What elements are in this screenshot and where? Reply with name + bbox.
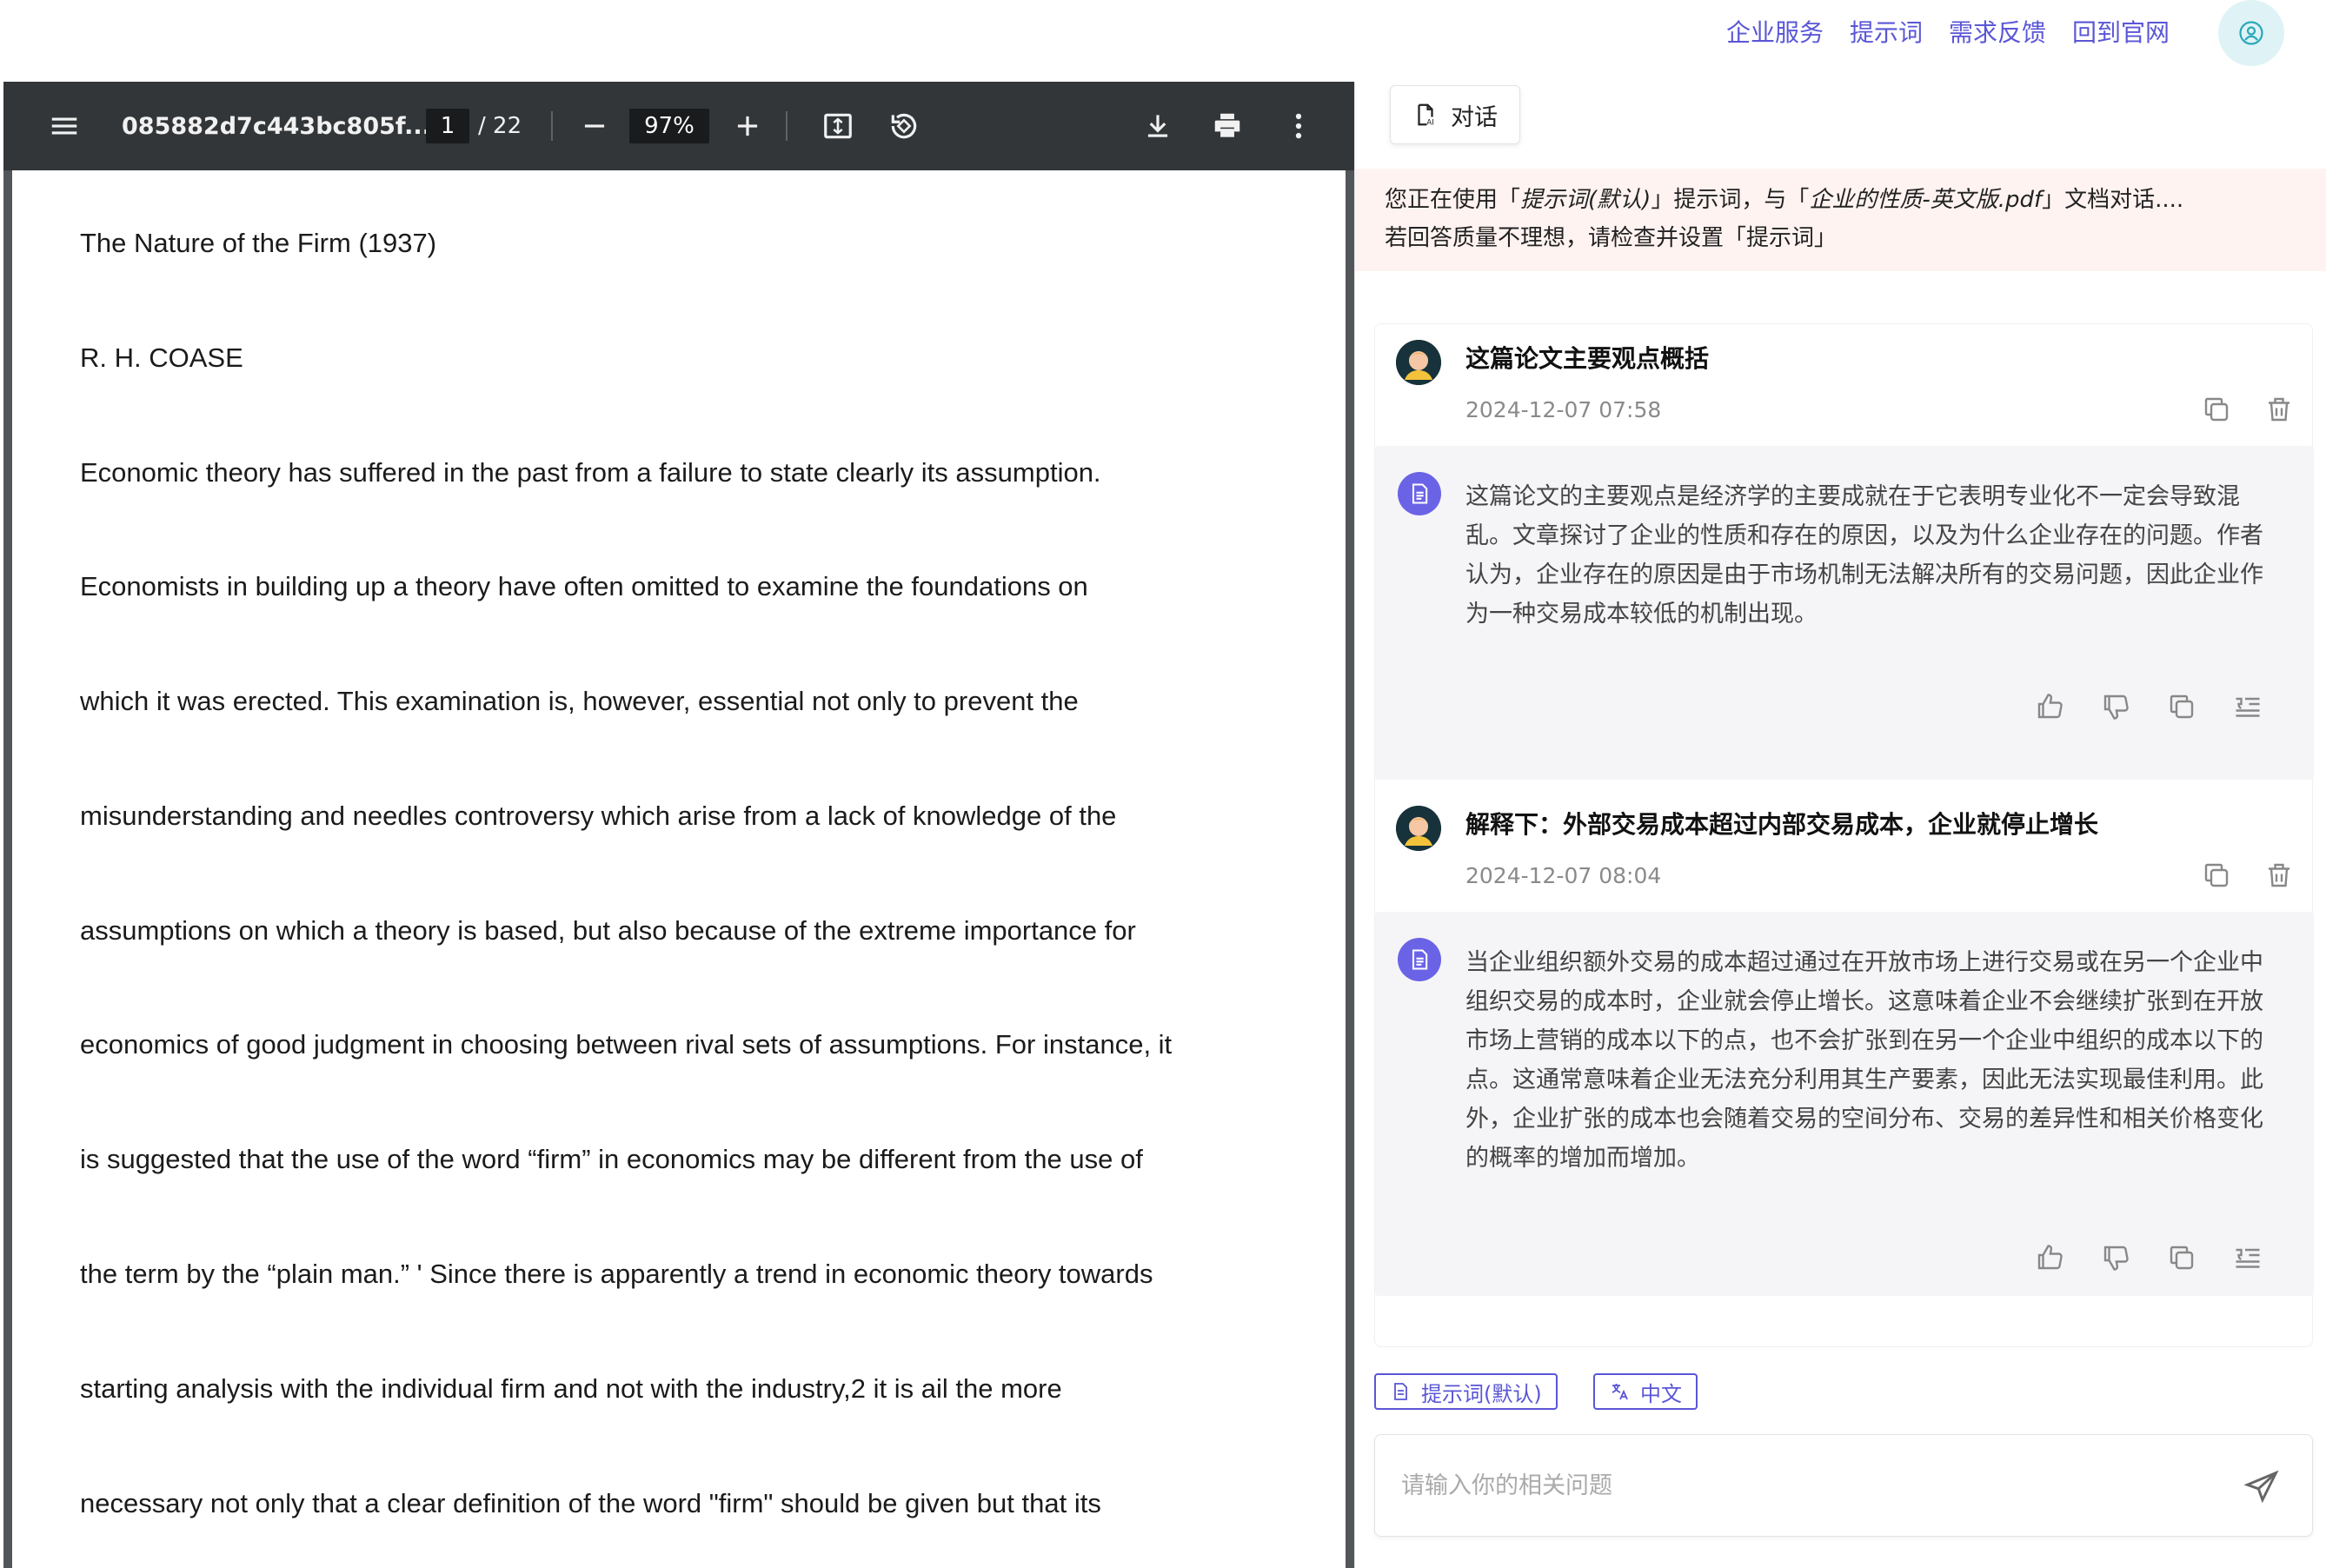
page-total: / 22 <box>478 113 522 139</box>
zoom-level: 97% <box>629 82 709 170</box>
message-timestamp: 2024-12-07 07:58 <box>1465 397 1662 422</box>
more-options-icon[interactable] <box>1281 109 1316 143</box>
print-icon[interactable] <box>1210 109 1245 143</box>
pdf-text-line: necessary not only that a clear definiti… <box>80 1488 1101 1518</box>
pdf-text-line: which it was erected. This examination i… <box>80 686 1079 716</box>
prompt-select-button[interactable]: 提示词(默认) <box>1374 1373 1558 1410</box>
thumbs-up-icon[interactable] <box>2034 691 2065 722</box>
toolbar-divider <box>551 111 553 141</box>
chat-input[interactable] <box>1401 1461 2183 1510</box>
pdf-text-line: economics of good judgment in choosing b… <box>80 1029 1173 1060</box>
user-question: 解释下：外部交易成本超过内部交易成本，企业就停止增长 <box>1465 810 2099 839</box>
thumbs-up-icon[interactable] <box>2034 1242 2065 1273</box>
pdf-toolbar: 085882d7c443bc805f... 1 / 22 97% <box>3 82 1354 170</box>
top-nav: 企业服务 提示词 需求反馈 回到官网 <box>0 0 2326 82</box>
pdf-filename: 085882d7c443bc805f... <box>122 112 431 140</box>
assistant-avatar <box>1398 938 1441 981</box>
download-icon[interactable] <box>1140 109 1175 143</box>
conversation-list: 这篇论文主要观点概括 2024-12-07 07:58 这篇论文的主要观点是经济… <box>1374 323 2314 1347</box>
thumbs-down-icon[interactable] <box>2100 1242 2131 1273</box>
user-message: 这篇论文主要观点概括 2024-12-07 07:58 <box>1375 324 2314 446</box>
send-icon[interactable] <box>2243 1468 2281 1506</box>
pdf-page: The Nature of the Firm (1937) R. H. COAS… <box>12 170 1346 1568</box>
message-timestamp: 2024-12-07 08:04 <box>1465 863 1662 888</box>
top-nav-links: 企业服务 提示词 需求反馈 回到官网 <box>1726 16 2170 50</box>
assistant-answer: 这篇论文的主要观点是经济学的主要成就在于它表明专业化不一定会导致混乱。文章探讨了… <box>1465 483 2263 628</box>
prompt-select-label: 提示词(默认) <box>1421 1381 1542 1406</box>
notice-line-1: 您正在使用「提示词(默认)」提示词，与「企业的性质-英文版.pdf」文档对话..… <box>1385 187 2184 213</box>
document-ai-icon: AI <box>1418 103 1434 127</box>
pdf-text-line: is suggested that the use of the word “f… <box>80 1144 1143 1174</box>
chat-input-box <box>1374 1434 2313 1537</box>
quote-icon[interactable] <box>2232 691 2263 722</box>
page-number-input[interactable]: 1 <box>426 109 469 143</box>
nav-link-prompts[interactable]: 提示词 <box>1850 16 1923 50</box>
pdf-text-line: Economists in building up a theory have … <box>80 571 1088 601</box>
pdf-text-line: The Nature of the Firm (1937) <box>80 228 437 258</box>
tab-chat[interactable]: AI 对话 <box>1390 85 1520 144</box>
language-select-label: 中文 <box>1640 1381 1682 1406</box>
copy-icon[interactable] <box>2166 1242 2197 1273</box>
prompt-notice: 您正在使用「提示词(默认)」提示词，与「企业的性质-英文版.pdf」文档对话..… <box>1355 169 2326 271</box>
user-avatar <box>1396 340 1441 385</box>
assistant-avatar <box>1398 472 1441 515</box>
svg-text:AI: AI <box>1426 118 1434 127</box>
pdf-viewer: 085882d7c443bc805f... 1 / 22 97% The Nat… <box>3 82 1354 1568</box>
notice-line-2: 若回答质量不理想，请检查并设置「提示词」 <box>1385 225 1838 251</box>
zoom-out-icon[interactable] <box>577 109 612 143</box>
pdf-text-line: Economic theory has suffered in the past… <box>80 457 1101 488</box>
rotate-icon[interactable] <box>887 109 921 143</box>
thumbs-down-icon[interactable] <box>2100 691 2131 722</box>
chat-panel: AI 对话 您正在使用「提示词(默认)」提示词，与「企业的性质-英文版.pdf」… <box>1354 82 2326 1568</box>
toolbar-divider <box>786 111 788 141</box>
zoom-in-icon[interactable] <box>730 109 765 143</box>
page-indicator: 1 / 22 <box>426 82 522 170</box>
tab-chat-label: 对话 <box>1451 103 1498 131</box>
delete-icon[interactable] <box>2263 394 2295 425</box>
zoom-input[interactable]: 97% <box>629 109 709 143</box>
quote-icon[interactable] <box>2232 1242 2263 1273</box>
translate-icon <box>1612 1384 1628 1400</box>
delete-icon[interactable] <box>2263 860 2295 891</box>
user-avatar-button[interactable] <box>2218 0 2284 66</box>
pdf-text-line: R. H. COASE <box>80 342 243 373</box>
copy-icon[interactable] <box>2201 860 2232 891</box>
assistant-message: 当企业组织额外交易的成本超过通过在开放市场上进行交易或在另一个企业中组织交易的成… <box>1375 912 2314 1296</box>
fit-page-icon[interactable] <box>821 109 855 143</box>
copy-icon[interactable] <box>2201 394 2232 425</box>
assistant-answer: 当企业组织额外交易的成本超过通过在开放市场上进行交易或在另一个企业中组织交易的成… <box>1465 949 2263 1172</box>
language-select-button[interactable]: 中文 <box>1593 1373 1698 1410</box>
nav-link-official-site[interactable]: 回到官网 <box>2072 16 2170 50</box>
nav-link-feedback[interactable]: 需求反馈 <box>1949 16 2046 50</box>
menu-icon[interactable] <box>47 109 82 143</box>
copy-icon[interactable] <box>2166 691 2197 722</box>
pdf-text-line: assumptions on which a theory is based, … <box>80 915 1136 946</box>
document-icon <box>1394 1383 1407 1400</box>
user-circle-icon <box>2239 21 2263 45</box>
pdf-text-line: the term by the “plain man.” ' Since the… <box>80 1259 1153 1289</box>
pdf-text-line: starting analysis with the individual fi… <box>80 1373 1062 1404</box>
assistant-message: 这篇论文的主要观点是经济学的主要成就在于它表明专业化不一定会导致混乱。文章探讨了… <box>1375 446 2314 780</box>
user-message: 解释下：外部交易成本超过内部交易成本，企业就停止增长 2024-12-07 08… <box>1375 790 2314 912</box>
pdf-text-line: misunderstanding and needles controversy… <box>80 801 1117 831</box>
user-avatar <box>1396 806 1441 851</box>
nav-link-enterprise-service[interactable]: 企业服务 <box>1726 16 1824 50</box>
user-question: 这篇论文主要观点概括 <box>1465 344 1710 373</box>
